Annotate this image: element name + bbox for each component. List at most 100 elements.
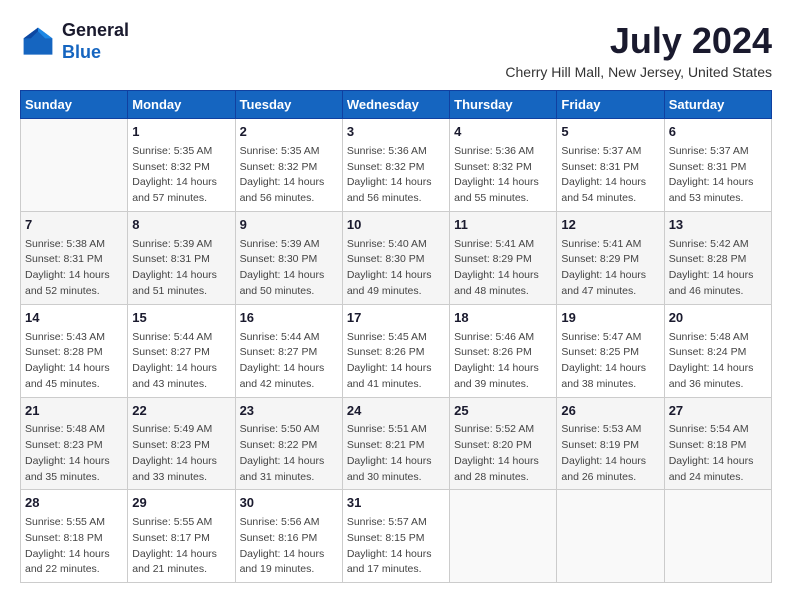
day-number: 10 bbox=[347, 216, 445, 235]
day-info: Sunrise: 5:37 AM Sunset: 8:31 PM Dayligh… bbox=[561, 144, 659, 207]
calendar-cell: 25Sunrise: 5:52 AM Sunset: 8:20 PM Dayli… bbox=[450, 397, 557, 490]
calendar-cell bbox=[557, 490, 664, 583]
day-number: 19 bbox=[561, 309, 659, 328]
day-number: 28 bbox=[25, 494, 123, 513]
day-number: 11 bbox=[454, 216, 552, 235]
calendar-cell: 14Sunrise: 5:43 AM Sunset: 8:28 PM Dayli… bbox=[21, 304, 128, 397]
day-number: 25 bbox=[454, 402, 552, 421]
calendar-cell: 21Sunrise: 5:48 AM Sunset: 8:23 PM Dayli… bbox=[21, 397, 128, 490]
day-info: Sunrise: 5:36 AM Sunset: 8:32 PM Dayligh… bbox=[454, 144, 552, 207]
day-number: 21 bbox=[25, 402, 123, 421]
day-header-wednesday: Wednesday bbox=[342, 91, 449, 119]
calendar-cell: 11Sunrise: 5:41 AM Sunset: 8:29 PM Dayli… bbox=[450, 211, 557, 304]
calendar-cell: 10 Sunrise: 5:40 AM Sunset: 8:30 PM Dayli… bbox=[342, 211, 449, 304]
week-row-3: 14Sunrise: 5:43 AM Sunset: 8:28 PM Dayli… bbox=[21, 304, 772, 397]
day-number: 22 bbox=[132, 402, 230, 421]
calendar-cell: 22Sunrise: 5:49 AM Sunset: 8:23 PM Dayli… bbox=[128, 397, 235, 490]
day-number: 31 bbox=[347, 494, 445, 513]
day-info: Sunrise: 5:45 AM Sunset: 8:26 PM Dayligh… bbox=[347, 330, 445, 393]
calendar-cell bbox=[21, 119, 128, 212]
day-info: Sunrise: 5:44 AM Sunset: 8:27 PM Dayligh… bbox=[132, 330, 230, 393]
calendar-cell: 3 Sunrise: 5:36 AM Sunset: 8:32 PM Daylig… bbox=[342, 119, 449, 212]
day-info: Sunrise: 5:55 AM Sunset: 8:18 PM Dayligh… bbox=[25, 515, 123, 578]
day-number: 4 bbox=[454, 123, 552, 142]
calendar-cell: 18 Sunrise: 5:46 AM Sunset: 8:26 PM Dayli… bbox=[450, 304, 557, 397]
calendar-cell: 17 Sunrise: 5:45 AM Sunset: 8:26 PM Dayli… bbox=[342, 304, 449, 397]
day-number: 8 bbox=[132, 216, 230, 235]
day-info: Sunrise: 5:40 AM Sunset: 8:30 PM Dayligh… bbox=[347, 237, 445, 300]
day-header-sunday: Sunday bbox=[21, 91, 128, 119]
logo-text: General Blue bbox=[62, 20, 129, 63]
day-info: Sunrise: 5:39 AM Sunset: 8:30 PM Dayligh… bbox=[240, 237, 338, 300]
calendar-cell: 9Sunrise: 5:39 AM Sunset: 8:30 PM Daylig… bbox=[235, 211, 342, 304]
calendar-cell: 6 Sunrise: 5:37 AM Sunset: 8:31 PM Daylig… bbox=[664, 119, 771, 212]
day-number: 23 bbox=[240, 402, 338, 421]
day-info: Sunrise: 5:37 AM Sunset: 8:31 PM Dayligh… bbox=[669, 144, 767, 207]
day-info: Sunrise: 5:36 AM Sunset: 8:32 PM Dayligh… bbox=[347, 144, 445, 207]
day-info: Sunrise: 5:51 AM Sunset: 8:21 PM Dayligh… bbox=[347, 422, 445, 485]
week-row-4: 21Sunrise: 5:48 AM Sunset: 8:23 PM Dayli… bbox=[21, 397, 772, 490]
month-title: July 2024 bbox=[505, 20, 772, 62]
day-info: Sunrise: 5:44 AM Sunset: 8:27 PM Dayligh… bbox=[240, 330, 338, 393]
day-number: 27 bbox=[669, 402, 767, 421]
day-info: Sunrise: 5:56 AM Sunset: 8:16 PM Dayligh… bbox=[240, 515, 338, 578]
day-number: 17 bbox=[347, 309, 445, 328]
day-number: 5 bbox=[561, 123, 659, 142]
day-info: Sunrise: 5:48 AM Sunset: 8:24 PM Dayligh… bbox=[669, 330, 767, 393]
calendar-cell: 20 Sunrise: 5:48 AM Sunset: 8:24 PM Dayli… bbox=[664, 304, 771, 397]
day-info: Sunrise: 5:43 AM Sunset: 8:28 PM Dayligh… bbox=[25, 330, 123, 393]
day-number: 16 bbox=[240, 309, 338, 328]
day-number: 26 bbox=[561, 402, 659, 421]
day-header-monday: Monday bbox=[128, 91, 235, 119]
day-number: 2 bbox=[240, 123, 338, 142]
day-info: Sunrise: 5:54 AM Sunset: 8:18 PM Dayligh… bbox=[669, 422, 767, 485]
day-info: Sunrise: 5:39 AM Sunset: 8:31 PM Dayligh… bbox=[132, 237, 230, 300]
day-header-tuesday: Tuesday bbox=[235, 91, 342, 119]
calendar-cell: 8 Sunrise: 5:39 AM Sunset: 8:31 PM Daylig… bbox=[128, 211, 235, 304]
day-number: 20 bbox=[669, 309, 767, 328]
calendar-body: 1 Sunrise: 5:35 AM Sunset: 8:32 PM Daylig… bbox=[21, 119, 772, 583]
calendar-cell: 15 Sunrise: 5:44 AM Sunset: 8:27 PM Dayli… bbox=[128, 304, 235, 397]
day-info: Sunrise: 5:38 AM Sunset: 8:31 PM Dayligh… bbox=[25, 237, 123, 300]
location: Cherry Hill Mall, New Jersey, United Sta… bbox=[505, 64, 772, 80]
calendar-cell: 27Sunrise: 5:54 AM Sunset: 8:18 PM Dayli… bbox=[664, 397, 771, 490]
day-info: Sunrise: 5:42 AM Sunset: 8:28 PM Dayligh… bbox=[669, 237, 767, 300]
calendar-cell: 1Sunrise: 5:35 AM Sunset: 8:32 PM Daylig… bbox=[128, 119, 235, 212]
day-info: Sunrise: 5:47 AM Sunset: 8:25 PM Dayligh… bbox=[561, 330, 659, 393]
calendar-cell: 28 Sunrise: 5:55 AM Sunset: 8:18 PM Dayli… bbox=[21, 490, 128, 583]
calendar-cell: 12Sunrise: 5:41 AM Sunset: 8:29 PM Dayli… bbox=[557, 211, 664, 304]
day-info: Sunrise: 5:52 AM Sunset: 8:20 PM Dayligh… bbox=[454, 422, 552, 485]
calendar-cell: 16 Sunrise: 5:44 AM Sunset: 8:27 PM Dayli… bbox=[235, 304, 342, 397]
week-row-2: 7 Sunrise: 5:38 AM Sunset: 8:31 PM Daylig… bbox=[21, 211, 772, 304]
day-number: 1 bbox=[132, 123, 230, 142]
day-number: 18 bbox=[454, 309, 552, 328]
calendar-cell: 30 Sunrise: 5:56 AM Sunset: 8:16 PM Dayli… bbox=[235, 490, 342, 583]
week-row-1: 1 Sunrise: 5:35 AM Sunset: 8:32 PM Daylig… bbox=[21, 119, 772, 212]
calendar-cell: 19 Sunrise: 5:47 AM Sunset: 8:25 PM Dayli… bbox=[557, 304, 664, 397]
calendar-table: SundayMondayTuesdayWednesdayThursdayFrid… bbox=[20, 90, 772, 583]
calendar-cell: 7 Sunrise: 5:38 AM Sunset: 8:31 PM Daylig… bbox=[21, 211, 128, 304]
calendar-cell: 29Sunrise: 5:55 AM Sunset: 8:17 PM Dayli… bbox=[128, 490, 235, 583]
day-number: 15 bbox=[132, 309, 230, 328]
logo: General Blue bbox=[20, 20, 129, 63]
calendar-cell: 5 Sunrise: 5:37 AM Sunset: 8:31 PM Daylig… bbox=[557, 119, 664, 212]
day-number: 7 bbox=[25, 216, 123, 235]
day-info: Sunrise: 5:35 AM Sunset: 8:32 PM Dayligh… bbox=[240, 144, 338, 207]
day-header-thursday: Thursday bbox=[450, 91, 557, 119]
day-info: Sunrise: 5:55 AM Sunset: 8:17 PM Dayligh… bbox=[132, 515, 230, 578]
calendar-cell bbox=[664, 490, 771, 583]
day-info: Sunrise: 5:49 AM Sunset: 8:23 PM Dayligh… bbox=[132, 422, 230, 485]
calendar-cell: 24Sunrise: 5:51 AM Sunset: 8:21 PM Dayli… bbox=[342, 397, 449, 490]
calendar-cell: 2 Sunrise: 5:35 AM Sunset: 8:32 PM Daylig… bbox=[235, 119, 342, 212]
day-header-friday: Friday bbox=[557, 91, 664, 119]
day-info: Sunrise: 5:48 AM Sunset: 8:23 PM Dayligh… bbox=[25, 422, 123, 485]
day-number: 6 bbox=[669, 123, 767, 142]
calendar-cell bbox=[450, 490, 557, 583]
week-row-5: 28 Sunrise: 5:55 AM Sunset: 8:18 PM Dayli… bbox=[21, 490, 772, 583]
day-info: Sunrise: 5:46 AM Sunset: 8:26 PM Dayligh… bbox=[454, 330, 552, 393]
calendar-cell: 26Sunrise: 5:53 AM Sunset: 8:19 PM Dayli… bbox=[557, 397, 664, 490]
day-number: 12 bbox=[561, 216, 659, 235]
day-number: 3 bbox=[347, 123, 445, 142]
day-number: 30 bbox=[240, 494, 338, 513]
logo-icon bbox=[20, 24, 56, 60]
